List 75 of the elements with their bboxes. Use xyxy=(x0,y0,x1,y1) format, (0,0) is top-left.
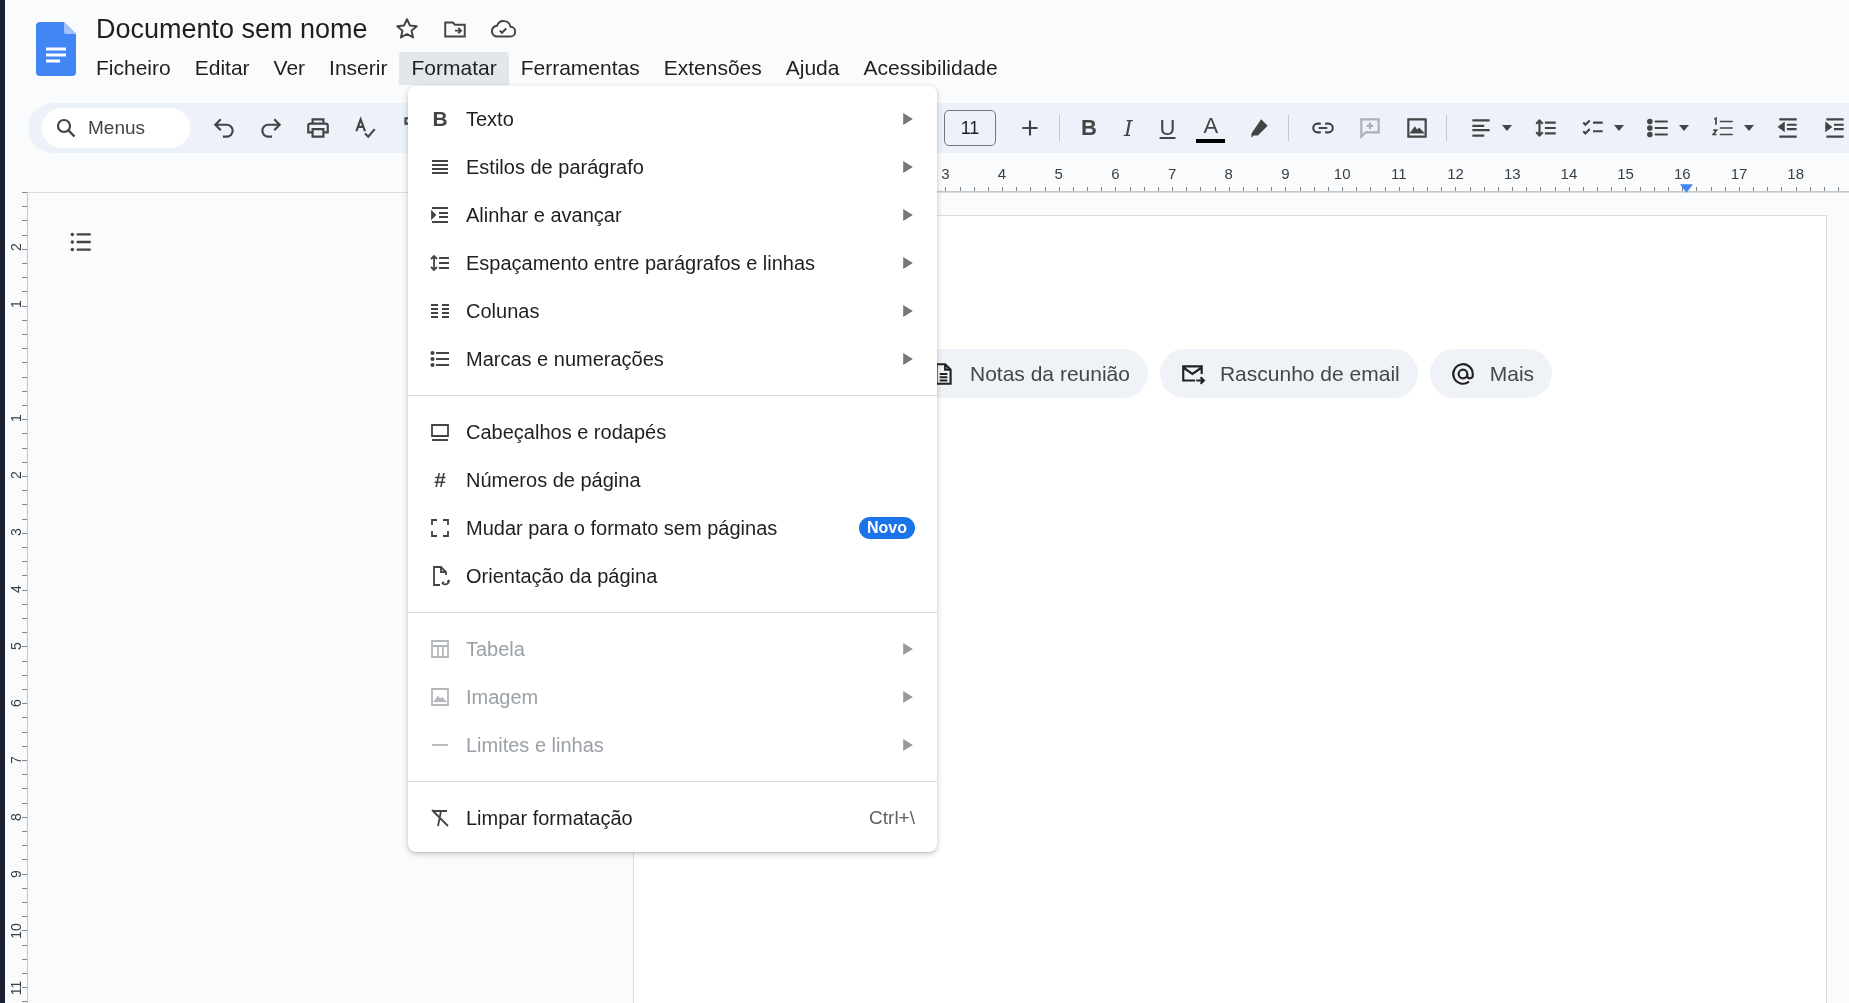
menu-search-field[interactable]: Menus xyxy=(42,108,190,148)
ruler-number: 16 xyxy=(1672,166,1692,182)
ruler-number: 3 xyxy=(940,166,951,182)
template-chip[interactable]: Rascunho de email xyxy=(1159,349,1418,398)
bold-button[interactable]: B xyxy=(1075,111,1103,145)
keyboard-shortcut: Ctrl+\ xyxy=(869,807,915,829)
caret-icon[interactable] xyxy=(1614,125,1625,131)
ruler-number: 13 xyxy=(1502,166,1522,182)
at-sign-icon xyxy=(1449,360,1476,387)
ruler-number: 5 xyxy=(1053,166,1064,182)
indent-marker-icon[interactable] xyxy=(1680,184,1693,193)
ruler-number: 11 xyxy=(8,980,24,995)
submenu-arrow-icon xyxy=(903,643,913,655)
image-icon xyxy=(428,685,452,709)
menu-item[interactable]: B Texto xyxy=(408,95,937,143)
menu-bar-item[interactable]: Ficheiro xyxy=(96,52,183,85)
ruler-number: 3 xyxy=(8,527,24,536)
ruler-number: 11 xyxy=(1390,166,1408,182)
spellcheck-icon[interactable] xyxy=(352,115,378,141)
menu-item[interactable]: Estilos de parágrafo xyxy=(408,143,937,191)
submenu-arrow-icon xyxy=(903,353,913,365)
ruler-number: 5 xyxy=(8,641,24,650)
ruler-number: 2 xyxy=(8,470,24,479)
template-chip[interactable]: Mais xyxy=(1429,349,1553,398)
search-icon xyxy=(54,116,78,140)
caret-icon[interactable] xyxy=(1679,125,1690,131)
new-badge: Novo xyxy=(859,517,915,539)
submenu-arrow-icon xyxy=(903,257,913,269)
ruler-number: 9 xyxy=(8,869,24,878)
docs-logo-icon[interactable] xyxy=(36,22,76,76)
submenu-arrow-icon xyxy=(903,113,913,125)
submenu-arrow-icon xyxy=(903,161,913,173)
ruler-number: 1 xyxy=(8,413,24,422)
ruler-number: 10 xyxy=(8,922,24,939)
ruler-number: 4 xyxy=(996,166,1008,182)
submenu-arrow-icon xyxy=(903,739,913,751)
print-icon[interactable] xyxy=(305,115,331,141)
ruler-number: 2 xyxy=(8,242,24,251)
menu-bar-item[interactable]: Extensões xyxy=(651,52,774,85)
submenu-arrow-icon xyxy=(903,691,913,703)
ruler-number: 8 xyxy=(8,812,24,821)
ruler-number: 7 xyxy=(1166,166,1178,182)
submenu-arrow-icon xyxy=(903,209,913,221)
ruler-number: 18 xyxy=(1786,166,1805,182)
underline-button[interactable]: U xyxy=(1153,111,1182,145)
ruler-number: 14 xyxy=(1559,166,1579,182)
menu-bar-item[interactable]: Acessibilidade xyxy=(851,52,1010,85)
table-icon xyxy=(428,637,452,661)
caret-icon[interactable] xyxy=(1744,125,1755,131)
ruler-number: 12 xyxy=(1446,166,1465,182)
menu-bar-item[interactable]: Editar xyxy=(182,52,262,85)
expand-corners-icon xyxy=(428,516,452,540)
ruler-number: 1 xyxy=(8,299,24,308)
menu-bar-item[interactable]: Formatar xyxy=(399,52,509,85)
hash-icon: # xyxy=(428,468,452,492)
menu-bar-item[interactable]: Ajuda xyxy=(773,52,852,85)
ruler-number: 4 xyxy=(8,584,24,593)
ruler-number: 8 xyxy=(1223,166,1234,182)
ruler-number: 7 xyxy=(8,755,24,764)
font-size-field[interactable]: 11 xyxy=(944,110,996,146)
menu-bar-item[interactable]: Ver xyxy=(261,52,318,85)
document-title[interactable]: Documento sem nome xyxy=(96,13,368,45)
ruler-number: 9 xyxy=(1280,166,1291,182)
bold-icon: B xyxy=(428,107,452,131)
ruler-number: 6 xyxy=(1110,166,1121,182)
submenu-arrow-icon xyxy=(903,305,913,317)
caret-icon[interactable] xyxy=(1502,125,1513,131)
italic-button[interactable]: I xyxy=(1117,111,1139,145)
text-color-button[interactable]: A xyxy=(1196,113,1226,143)
menu-bar-item[interactable]: Inserir xyxy=(317,52,400,85)
ruler-number: 6 xyxy=(8,698,24,707)
ruler-number: 17 xyxy=(1729,166,1749,182)
menu-bar-item[interactable]: Ferramentas xyxy=(508,52,652,85)
ruler-number: 10 xyxy=(1332,166,1352,182)
ruler-number: 15 xyxy=(1616,166,1635,182)
